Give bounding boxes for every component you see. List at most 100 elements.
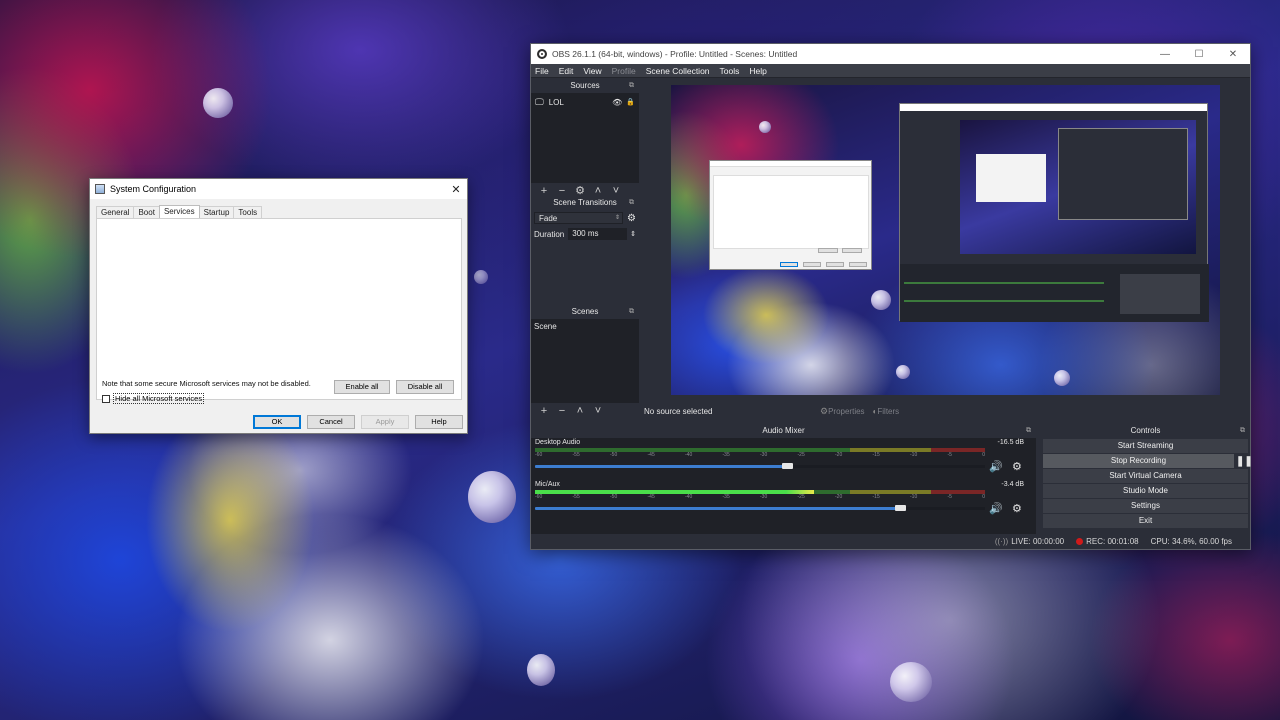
scenes-list: Scene	[531, 319, 639, 403]
tab-tools[interactable]: Tools	[233, 206, 263, 218]
scale-tick: -15	[872, 494, 880, 500]
obs-statusbar: ((·)) LIVE: 00:00:00 REC: 00:01:08 CPU: …	[531, 533, 1250, 549]
channel-gear-icon[interactable]: ⚙	[1012, 502, 1022, 515]
transitions-title: Scene Transitions ⧉	[531, 196, 639, 210]
dock-popout-icon[interactable]: ⧉	[629, 196, 634, 210]
controls-dock: Controls ⧉ Start Streaming Stop Recordin…	[1041, 424, 1253, 534]
menu-file[interactable]: File	[535, 66, 549, 76]
properties-button[interactable]: Properties	[828, 407, 864, 416]
msconfig-app-icon	[95, 184, 105, 194]
scale-tick: 0	[982, 452, 985, 458]
channel-gear-icon[interactable]: ⚙	[1012, 460, 1022, 473]
channel-db: -3.4 dB	[1001, 481, 1024, 488]
duration-input[interactable]: 300 ms	[568, 228, 628, 240]
mixer-body: Desktop Audio -16.5 dB -60 -55 -50 -45 -40 -3…	[531, 438, 1036, 534]
apply-button[interactable]: Apply	[361, 415, 409, 429]
scale-tick: -25	[797, 494, 805, 500]
properties-gear-icon[interactable]: ⚙	[820, 406, 828, 417]
start-virtual-camera-button[interactable]: Start Virtual Camera	[1043, 469, 1248, 483]
transition-select[interactable]: Fade ⇕	[534, 212, 624, 224]
pause-recording-icon[interactable]: ❚❚	[1236, 456, 1253, 467]
meter-scale: -60 -55 -50 -45 -40 -35 -30 -25 -20 -15 -10 -5 0	[535, 494, 985, 500]
controls-buttons: Start Streaming Stop Recording ❚❚ Start …	[1041, 438, 1253, 528]
preview-bubble	[759, 121, 771, 133]
scale-tick: -35	[722, 494, 730, 500]
transition-type: Fade	[539, 214, 558, 223]
tab-startup[interactable]: Startup	[198, 206, 235, 218]
wallpaper-bubble	[468, 471, 516, 523]
msconfig-titlebar[interactable]: System Configuration ✕	[90, 179, 467, 199]
menu-tools[interactable]: Tools	[720, 66, 740, 76]
hide-ms-services-label[interactable]: Hide all Microsoft services	[113, 393, 205, 404]
volume-slider-handle[interactable]	[895, 505, 906, 511]
no-source-label: No source selected	[644, 406, 713, 416]
menu-view[interactable]: View	[583, 66, 601, 76]
settings-button[interactable]: Settings	[1043, 499, 1248, 513]
tab-services[interactable]: Services	[158, 205, 200, 219]
disable-all-button[interactable]: Disable all	[396, 380, 454, 394]
spin-arrows-icon: ⇕	[615, 215, 621, 221]
services-panel: Note that some secure Microsoft services…	[96, 218, 462, 400]
source-item[interactable]: 🖵 LOL 👁 🔒	[535, 96, 635, 108]
dock-popout-icon[interactable]: ⧉	[1026, 424, 1031, 438]
volume-slider-fill	[535, 507, 900, 510]
scale-tick: -10	[910, 494, 918, 500]
exit-button[interactable]: Exit	[1043, 514, 1248, 528]
obs-titlebar[interactable]: OBS 26.1.1 (64-bit, windows) - Profile: …	[531, 44, 1250, 64]
duration-label: Duration	[534, 229, 565, 239]
tab-general[interactable]: General	[96, 206, 135, 218]
rec-dot-icon	[1076, 537, 1084, 545]
help-button[interactable]: Help	[415, 415, 463, 429]
obs-preview-canvas[interactable]	[671, 85, 1220, 395]
enable-all-button[interactable]: Enable all	[334, 380, 390, 394]
sources-title: Sources ⧉	[531, 79, 639, 93]
studio-mode-button[interactable]: Studio Mode	[1043, 484, 1248, 498]
scale-tick: -60	[535, 452, 543, 458]
menu-scene-collection[interactable]: Scene Collection	[646, 66, 710, 76]
dock-popout-icon[interactable]: ⧉	[629, 305, 634, 319]
audio-mixer-title-label: Audio Mixer	[762, 426, 805, 435]
volume-slider-handle[interactable]	[782, 463, 793, 469]
transition-gear-icon[interactable]: ⚙	[627, 213, 636, 224]
lock-icon[interactable]: 🔒	[626, 98, 635, 106]
checkbox-box[interactable]	[102, 394, 110, 403]
tab-boot[interactable]: Boot	[133, 206, 160, 218]
close-button[interactable]: ✕	[445, 183, 467, 196]
wallpaper-bubble	[527, 654, 555, 686]
volume-slider-fill	[535, 465, 787, 468]
preview-obs-thumbnail	[899, 103, 1209, 322]
speaker-icon[interactable]: 🔊	[989, 502, 1003, 515]
menu-profile[interactable]: Profile	[612, 66, 636, 76]
scene-item[interactable]: Scene	[534, 321, 636, 333]
menu-edit[interactable]: Edit	[559, 66, 574, 76]
wallpaper-bubble	[203, 88, 233, 118]
minimize-button[interactable]: —	[1148, 49, 1182, 60]
menu-help[interactable]: Help	[749, 66, 766, 76]
hide-ms-services-checkbox[interactable]: Hide all Microsoft services	[102, 393, 205, 404]
controls-title: Controls ⧉	[1041, 424, 1250, 438]
source-context-bar: No source selected ⚙ Properties ◐ Filter…	[531, 403, 1250, 419]
cancel-button[interactable]: Cancel	[307, 415, 355, 429]
sources-list: 🖵 LOL 👁 🔒	[531, 93, 639, 183]
sources-title-label: Sources	[570, 81, 600, 90]
speaker-icon[interactable]: 🔊	[989, 460, 1003, 473]
stop-recording-button[interactable]: Stop Recording	[1043, 454, 1234, 468]
msconfig-tabs: General Boot Services Startup Tools	[96, 205, 467, 219]
start-streaming-button[interactable]: Start Streaming	[1043, 439, 1248, 453]
maximize-button[interactable]: ☐	[1182, 49, 1216, 60]
audio-mixer-dock: Audio Mixer ⧉ Desktop Audio -16.5 dB -60…	[531, 424, 1036, 534]
duration-stepper-icon[interactable]: ⇕	[630, 230, 636, 238]
dock-popout-icon[interactable]: ⧉	[1240, 424, 1245, 438]
scale-tick: -30	[760, 452, 768, 458]
preview-bubble	[896, 365, 910, 379]
ok-button[interactable]: OK	[253, 415, 301, 429]
visibility-eye-icon[interactable]: 👁	[612, 98, 622, 107]
scale-tick: -15	[872, 452, 880, 458]
dock-popout-icon[interactable]: ⧉	[629, 79, 634, 93]
preview-bubble	[871, 290, 891, 310]
obs-title: OBS 26.1.1 (64-bit, windows) - Profile: …	[552, 49, 798, 59]
wallpaper-bubble	[474, 270, 488, 284]
scenes-title: Scenes ⧉	[531, 305, 639, 319]
obs-close-button[interactable]: ✕	[1216, 49, 1250, 60]
filters-button[interactable]: Filters	[877, 407, 899, 416]
